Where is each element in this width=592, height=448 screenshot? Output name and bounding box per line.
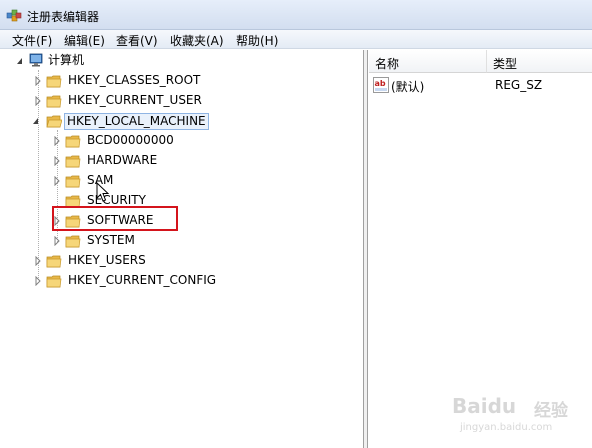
tree-row-bcd00000000[interactable]: BCD00000000 xyxy=(50,132,230,150)
string-value-icon: ab xyxy=(373,77,389,93)
tree-row-hkey-classes-root[interactable]: HKEY_CLASSES_ROOT xyxy=(30,72,230,90)
tree-row-hkey-current-config[interactable]: HKEY_CURRENT_CONFIG xyxy=(30,272,250,290)
folder-icon xyxy=(46,75,62,88)
collapsed-arrow-icon[interactable] xyxy=(34,256,42,266)
baidu-watermark: Baidu 经验 jingyan.baidu.com xyxy=(452,394,587,440)
tree-label-bcd00000000: BCD00000000 xyxy=(87,133,174,147)
tree-row-hkey-local-machine[interactable]: HKEY_LOCAL_MACHINE xyxy=(30,112,230,130)
folder-icon xyxy=(65,135,81,148)
column-header-type[interactable]: 类型 xyxy=(487,50,592,73)
title-bar: 注册表编辑器 xyxy=(0,0,592,30)
watermark-sub: jingyan.baidu.com xyxy=(460,422,553,433)
tree-row-computer[interactable]: 计算机 xyxy=(14,52,134,70)
folder-icon xyxy=(65,155,81,168)
tree-label-computer: 计算机 xyxy=(48,53,85,67)
column-header-name[interactable]: 名称 xyxy=(369,50,487,73)
tree-label-hkey-users: HKEY_USERS xyxy=(68,253,146,267)
collapsed-arrow-icon[interactable] xyxy=(53,136,61,146)
expanded-arrow-icon[interactable] xyxy=(16,56,24,66)
menu-file[interactable]: 文件(F) xyxy=(10,32,54,49)
tree-label-system: SYSTEM xyxy=(87,233,135,247)
mouse-cursor-icon xyxy=(96,182,110,202)
tree-label-hkey-classes-root: HKEY_CLASSES_ROOT xyxy=(68,73,201,87)
tree-label-hkey-current-user: HKEY_CURRENT_USER xyxy=(68,93,202,107)
tree-row-sam[interactable]: SAM xyxy=(50,172,230,190)
value-type-default: REG_SZ xyxy=(495,78,543,92)
folder-icon xyxy=(46,275,62,288)
pane-splitter[interactable] xyxy=(364,50,368,448)
watermark-cn: 经验 xyxy=(534,401,568,421)
folder-icon xyxy=(46,255,62,268)
values-list-pane[interactable]: 名称 类型 ab (默认) REG_SZ xyxy=(369,50,592,448)
window-title: 注册表编辑器 xyxy=(27,10,100,24)
watermark-brand: Baidu xyxy=(452,394,517,418)
tree-label-hkey-current-config: HKEY_CURRENT_CONFIG xyxy=(68,273,217,287)
tree-label-hkey-local-machine: HKEY_LOCAL_MACHINE xyxy=(64,113,209,130)
tree-label-hardware: HARDWARE xyxy=(87,153,158,167)
tree-row-system[interactable]: SYSTEM xyxy=(50,232,230,250)
collapsed-arrow-icon[interactable] xyxy=(34,276,42,286)
collapsed-arrow-icon[interactable] xyxy=(53,176,61,186)
software-highlight-box xyxy=(52,206,178,231)
menu-help[interactable]: 帮助(H) xyxy=(234,32,280,49)
expanded-arrow-icon[interactable] xyxy=(32,116,40,126)
tree-row-hardware[interactable]: HARDWARE xyxy=(50,152,230,170)
svg-text:ab: ab xyxy=(375,79,386,88)
value-name-default[interactable]: (默认) xyxy=(391,78,424,95)
collapsed-arrow-icon[interactable] xyxy=(34,76,42,86)
collapsed-arrow-icon[interactable] xyxy=(34,96,42,106)
menu-view[interactable]: 查看(V) xyxy=(114,32,160,49)
folder-icon xyxy=(65,235,81,248)
collapsed-arrow-icon[interactable] xyxy=(53,156,61,166)
computer-icon xyxy=(29,53,43,67)
menu-edit[interactable]: 编辑(E) xyxy=(62,32,107,49)
tree-row-hkey-current-user[interactable]: HKEY_CURRENT_USER xyxy=(30,92,230,110)
menu-bar: 文件(F) 编辑(E) 查看(V) 收藏夹(A) 帮助(H) xyxy=(0,30,592,49)
tree-row-hkey-users[interactable]: HKEY_USERS xyxy=(30,252,230,270)
folder-icon xyxy=(65,175,81,188)
registry-editor-icon xyxy=(6,9,22,22)
folder-icon xyxy=(46,95,62,108)
folder-open-icon xyxy=(46,115,62,128)
collapsed-arrow-icon[interactable] xyxy=(53,236,61,246)
menu-favorites[interactable]: 收藏夹(A) xyxy=(168,32,226,49)
